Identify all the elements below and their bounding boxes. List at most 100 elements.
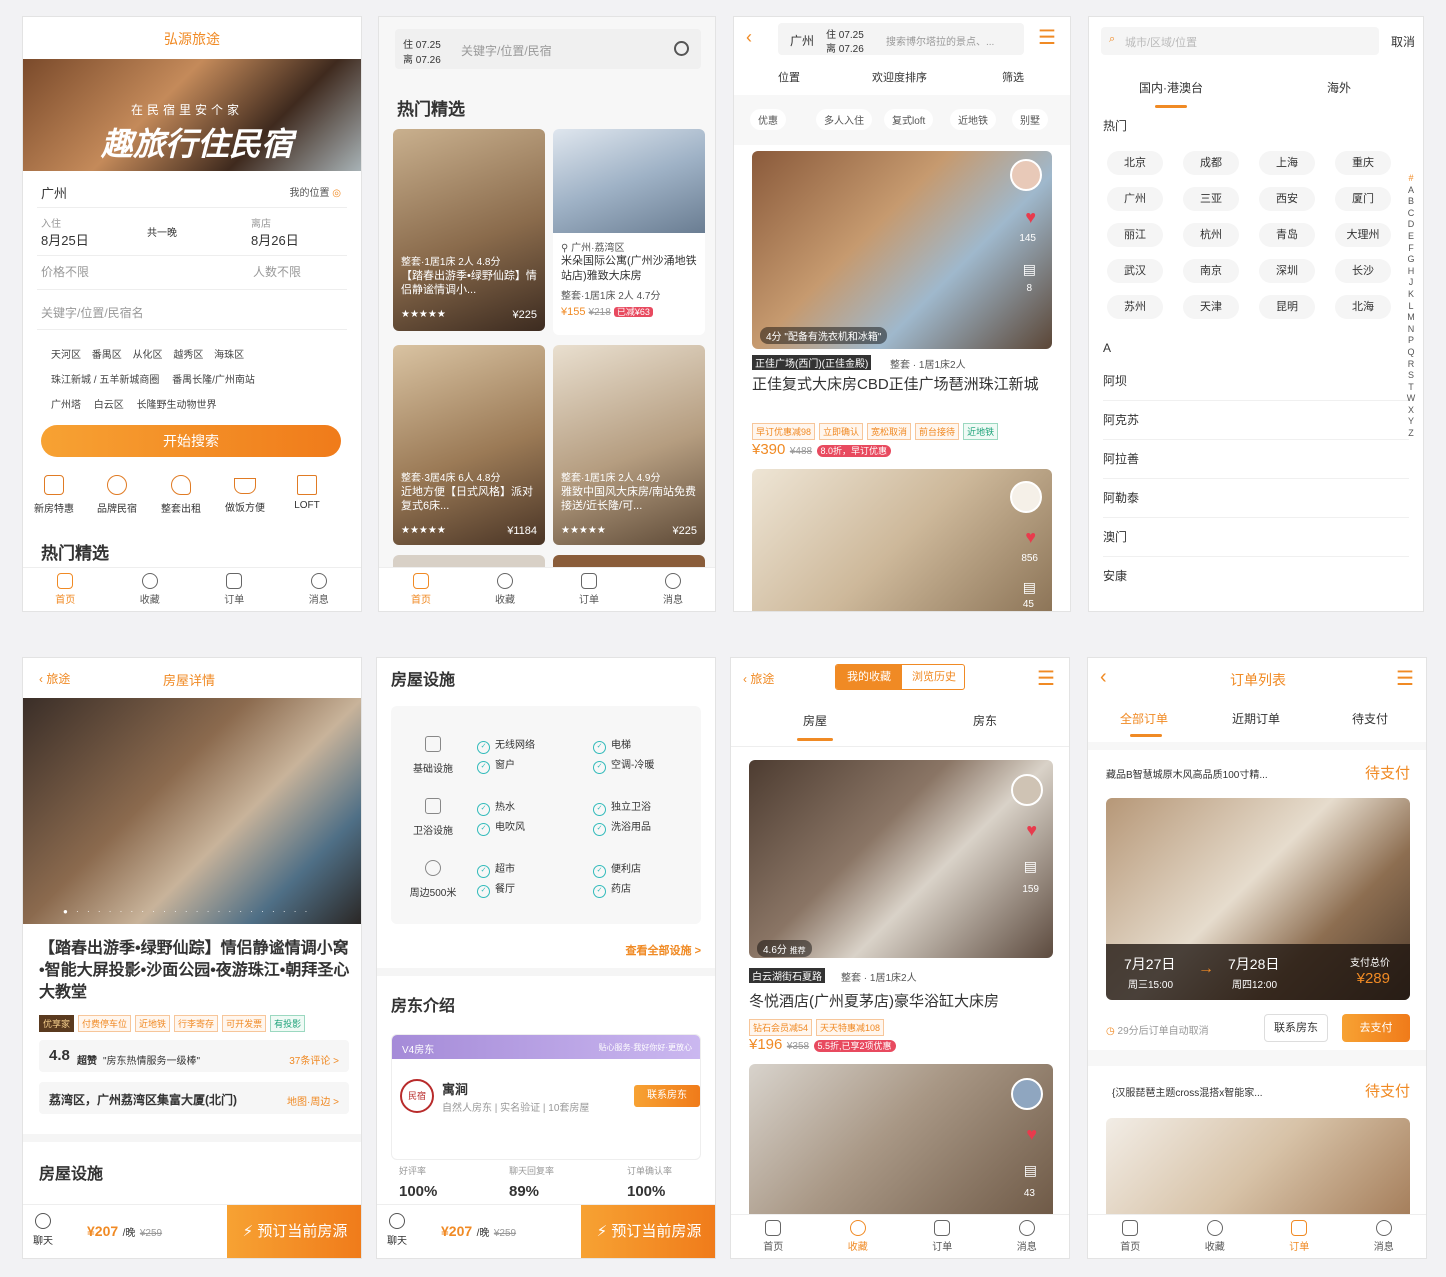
chip-group[interactable]: 多人入住 [816,109,872,130]
district-chip[interactable]: 从化区 [133,350,163,361]
district-chip[interactable]: 珠江新城 / 五羊新城商圈 [51,375,159,386]
back-button[interactable]: ‹ 旅途 [743,670,774,687]
index-letter[interactable]: F [1405,243,1417,255]
checkout-date[interactable]: 8月26日 [251,230,299,249]
chat-button[interactable]: 聊天 [33,1213,53,1249]
city-row[interactable]: 阿克苏 [1103,401,1409,440]
house-photo[interactable]: ● · · · · · · · · · · · · · · · · · · · … [23,698,361,924]
city-row[interactable]: 澳门 [1103,518,1409,557]
search-bar[interactable]: 住 07.25 离 07.26 关键字/位置/民宿 [395,29,701,69]
hot-city-pill[interactable]: 昆明 [1259,295,1315,319]
back-button[interactable]: ‹ 旅途 [39,670,70,687]
city-row[interactable]: 阿拉善 [1103,440,1409,479]
index-letter[interactable]: E [1405,231,1417,243]
comment-icon[interactable]: ▤ [1024,1162,1037,1179]
comment-icon[interactable]: ▤ [1024,858,1037,875]
city-row[interactable]: 阿勒泰 [1103,479,1409,518]
hot-city-pill[interactable]: 北京 [1107,151,1163,175]
map-link[interactable]: 地图·周边 > [287,1093,339,1108]
city-search-input[interactable]: ⌕ 城市/区域/位置 [1101,27,1379,55]
tab-messages[interactable]: 消息 [631,568,715,611]
order-card[interactable]: 藏品B智慧城原木风高品质100寸精... 待支付 7月27日 周三15:00 →… [1088,750,1426,1050]
listing-card[interactable]: 整套·3居4床 6人 4.8分 近地方便【日式风格】派对复式6床... ★★★★… [393,345,545,545]
hot-city-pill[interactable]: 青岛 [1259,223,1315,247]
tab-favorites[interactable]: 收藏 [816,1215,901,1258]
hot-city-pill[interactable]: 丽江 [1107,223,1163,247]
tab-favorites[interactable]: 收藏 [463,568,547,611]
back-icon[interactable]: ‹ [1100,666,1107,689]
hot-city-pill[interactable]: 上海 [1259,151,1315,175]
index-letter[interactable]: Y [1405,416,1417,428]
city-row[interactable]: 阿坝 [1103,362,1409,401]
banner[interactable]: 在民宿里安个家 趣旅行住民宿 [23,59,361,171]
index-letter[interactable]: W [1405,393,1417,405]
tab-home[interactable]: 首页 [1088,1215,1173,1258]
contact-host-button[interactable]: 联系房东 [634,1085,700,1107]
people-filter[interactable]: 人数不限 [253,263,301,280]
checkin-date[interactable]: 8月25日 [41,230,89,249]
tab-history[interactable]: 浏览历史 [902,665,964,689]
hot-city-pill[interactable]: 重庆 [1335,151,1391,175]
subtab-host[interactable]: 房东 [973,712,997,729]
index-letter[interactable]: P [1405,335,1417,347]
book-button[interactable]: ⚡ 预订当前房源 [227,1205,361,1258]
chip-villa[interactable]: 别墅 [1012,109,1048,130]
tab-pending[interactable]: 待支付 [1352,710,1388,727]
index-letter[interactable]: J [1405,277,1417,289]
tab-home[interactable]: 首页 [731,1215,816,1258]
district-chip[interactable]: 白云区 [94,400,124,411]
my-location-link[interactable]: 我的位置 ◎ [289,184,341,199]
listing-photo[interactable]: ♥ ▤ 159 4.6分 推荐 [749,760,1053,958]
search-icon[interactable] [674,41,689,56]
tab-favorites[interactable]: 收藏 [1173,1215,1258,1258]
index-letter[interactable]: L [1405,301,1417,313]
district-chip[interactable]: 长隆野生动物世界 [137,400,217,411]
tab-messages[interactable]: 消息 [985,1215,1070,1258]
listing-card[interactable]: 整套·1居1床 2人 4.8分 【踏春出游季•绿野仙踪】情侣静谧情调小... ★… [393,129,545,331]
hot-city-pill[interactable]: 大理州 [1335,223,1391,247]
menu-icon[interactable]: ☰ [1396,666,1414,691]
menu-icon[interactable]: ☰ [1038,25,1056,50]
index-letter[interactable]: N [1405,324,1417,336]
category-cook[interactable]: 做饭方便 [213,475,277,525]
chip-loft[interactable]: 复式loft [884,109,934,130]
district-chip[interactable]: 海珠区 [214,350,244,361]
hot-city-pill[interactable]: 武汉 [1107,259,1163,283]
subtab-house[interactable]: 房屋 [803,712,827,729]
hot-city-pill[interactable]: 深圳 [1259,259,1315,283]
category-new[interactable]: 新房特惠 [23,475,85,525]
hot-city-pill[interactable]: 长沙 [1335,259,1391,283]
index-letter[interactable]: S [1405,370,1417,382]
city-label[interactable]: 广州 [790,32,814,49]
filter-more[interactable]: 筛选 [1002,69,1024,85]
review-box[interactable]: 4.8 超赞 "房东热情服务一级棒" 37条评论 > [39,1040,349,1072]
tab-orders[interactable]: 订单 [1257,1215,1342,1258]
listing-title[interactable]: 冬悦酒店(广州夏茅店)豪华浴缸大床房 [749,990,999,1011]
book-button[interactable]: ⚡ 预订当前房源 [581,1205,715,1258]
order-card[interactable]: {汉服琵琶主题cross混搭x智能家... 待支付 [1088,1066,1426,1216]
listing-photo[interactable]: ♥ 145 ▤ 8 4分 "配备有洗衣机和冰箱" [752,151,1052,349]
district-chip[interactable]: 天河区 [51,350,81,361]
tab-domestic[interactable]: 国内·港澳台 [1139,79,1203,96]
index-letter[interactable]: T [1405,382,1417,394]
index-letter[interactable]: A [1405,185,1417,197]
filter-location[interactable]: 位置 [778,69,800,85]
hot-city-pill[interactable]: 成都 [1183,151,1239,175]
tab-orders[interactable]: 订单 [547,568,631,611]
index-letter[interactable]: B [1405,196,1417,208]
district-chip[interactable]: 番禺区 [92,350,122,361]
index-letter[interactable]: Q [1405,347,1417,359]
contact-host-button[interactable]: 联系房东 [1264,1014,1328,1042]
price-filter[interactable]: 价格不限 [41,263,89,280]
listing-photo[interactable]: ♥ 856 ▤ 45 [752,469,1052,611]
listing-photo[interactable]: ♥ ▤ 43 [749,1064,1053,1214]
index-letter[interactable]: D [1405,219,1417,231]
hot-city-pill[interactable]: 西安 [1259,187,1315,211]
district-chip[interactable]: 越秀区 [173,350,203,361]
city-row[interactable]: 安康 [1103,557,1409,596]
tab-abroad[interactable]: 海外 [1327,79,1351,96]
comment-icon[interactable]: ▤ [1023,261,1036,278]
district-chip[interactable]: 番禺长隆/广州南站 [172,375,255,386]
chip-metro[interactable]: 近地铁 [950,109,996,130]
category-loft[interactable]: LOFT [277,475,337,525]
